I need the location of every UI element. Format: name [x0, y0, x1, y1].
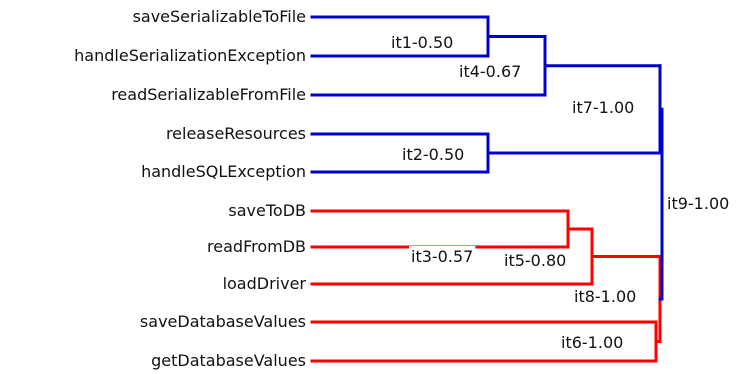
merge-label-text: it8-1.00	[574, 287, 636, 306]
merge-label-it7-1-00: it7-1.00	[570, 97, 637, 118]
merge-label-text: it6-1.00	[561, 333, 623, 352]
merge-label-text: it2-0.50	[402, 145, 464, 164]
leaf-label-get-database-values: getDatabaseValues	[151, 351, 306, 370]
merge-labels: it1-0.50 it2-0.50 it3-0.57 it4-0.67 it5-0.80…	[389, 32, 732, 353]
merge-label-it3-0-57: it3-0.57	[409, 246, 476, 267]
merge-label-it8-1-00: it8-1.00	[572, 286, 639, 307]
merge-label-it4-0-67: it4-0.67	[457, 61, 524, 82]
leaf-label-handle-serialization-exception: handleSerializationException	[74, 46, 306, 65]
merge-label-text: it5-0.80	[504, 251, 566, 270]
merge-label-it9-1-00: it9-1.00	[665, 193, 732, 214]
merge-label-it2-0-50: it2-0.50	[400, 144, 467, 165]
merge-label-text: it4-0.67	[459, 62, 521, 81]
merge-label-text: it9-1.00	[667, 194, 729, 213]
leaf-label-read-serializable-from-file: readSerializableFromFile	[111, 85, 306, 104]
merge-label-it5-0-80: it5-0.80	[502, 250, 569, 271]
merge-label-text: it7-1.00	[572, 98, 634, 117]
merge-label-text: it3-0.57	[411, 247, 473, 266]
leaf-labels: saveSerializableToFile handleSerializatio…	[74, 7, 306, 370]
leaf-label-load-driver: loadDriver	[223, 274, 307, 293]
leaf-label-save-serializable-to-file: saveSerializableToFile	[133, 7, 306, 26]
leaf-label-read-from-db: readFromDB	[207, 237, 306, 256]
leaf-label-save-to-db: saveToDB	[228, 201, 306, 220]
leaf-label-release-resources: releaseResources	[166, 124, 306, 143]
leaf-label-save-database-values: saveDatabaseValues	[140, 312, 306, 331]
merge-label-it6-1-00: it6-1.00	[559, 332, 626, 353]
dendrogram: saveSerializableToFile handleSerializatio…	[74, 7, 732, 370]
link-it3-0-57	[310, 209, 570, 249]
merge-label-text: it1-0.50	[391, 33, 453, 52]
merge-label-it1-0-50: it1-0.50	[389, 32, 456, 53]
leaf-label-handle-sqlexception: handleSQLException	[141, 162, 306, 181]
